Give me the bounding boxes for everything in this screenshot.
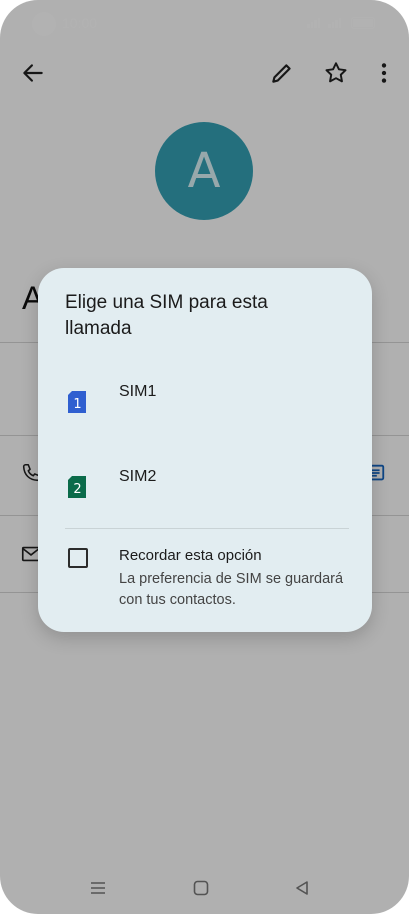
sim1-label: SIM1 (119, 383, 157, 400)
remember-checkbox[interactable] (68, 548, 88, 568)
phone-screen: 10:00 A A Elige una SIM para esta llamad… (0, 0, 409, 914)
sim-chooser-dialog: Elige una SIM para esta llamada 1 SIM1 2… (38, 268, 372, 632)
sim2-label: SIM2 (119, 468, 157, 485)
remember-choice-row[interactable]: Recordar esta opción La preferencia de S… (38, 538, 372, 614)
dialog-divider (65, 528, 349, 529)
remember-description: La preferencia de SIM se guardará con tu… (119, 571, 344, 608)
sim1-option[interactable]: 1 SIM1 (38, 364, 372, 424)
sim2-badge: 2 (73, 482, 81, 497)
sim1-badge: 1 (73, 397, 81, 412)
sim2-icon: 2 (68, 476, 86, 498)
dialog-title: Elige una SIM para esta llamada (65, 292, 268, 339)
remember-label: Recordar esta opción (119, 547, 262, 564)
sim2-option[interactable]: 2 SIM2 (38, 448, 372, 508)
sim1-icon: 1 (68, 391, 86, 413)
